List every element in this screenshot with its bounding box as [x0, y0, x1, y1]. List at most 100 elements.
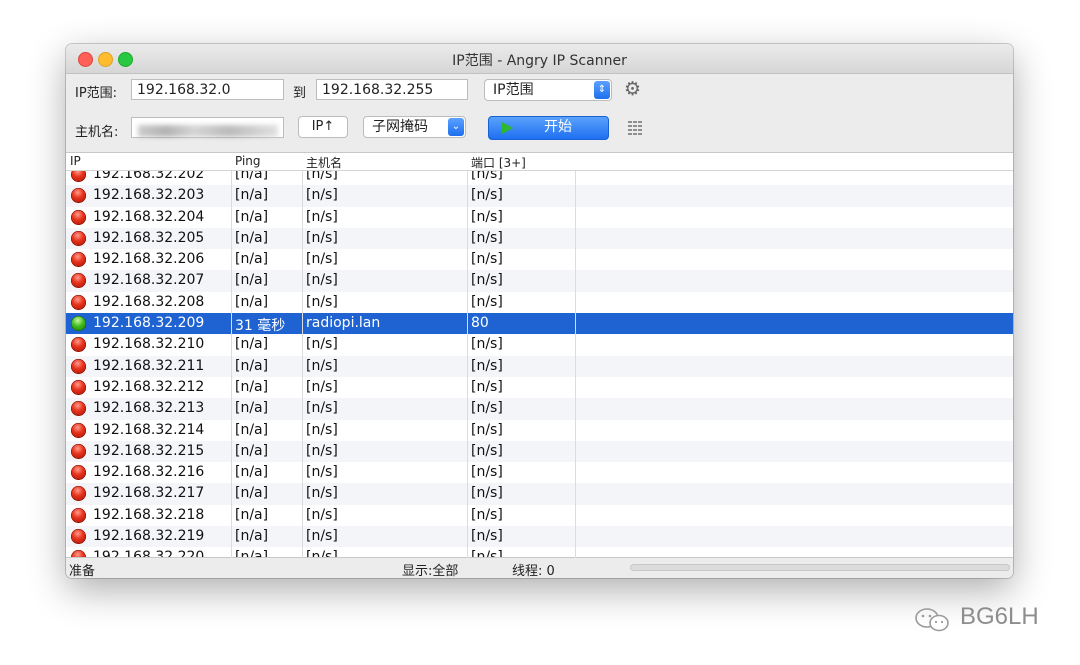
column-header-hostname[interactable]: 主机名	[306, 154, 342, 171]
column-divider	[467, 153, 468, 558]
feeder-select-value: IP范围	[493, 82, 534, 98]
ip-cell: 192.168.32.203	[93, 187, 205, 204]
ping-cell: [n/a]	[235, 421, 269, 438]
table-row[interactable]: 192.168.32.218 [n/a] [n/s] [n/s]	[66, 505, 1013, 526]
ports-cell: 80	[471, 315, 489, 332]
gear-icon[interactable]: ⚙	[624, 78, 641, 100]
host-dead-icon	[71, 507, 86, 523]
ip-cell: 192.168.32.213	[93, 400, 205, 417]
ports-cell: [n/s]	[471, 464, 503, 481]
host-dead-icon	[71, 273, 86, 289]
table-header: IP Ping 主机名 端口 [3+]	[66, 153, 1013, 171]
hostname-label: 主机名:	[75, 125, 119, 140]
table-row[interactable]: 192.168.32.211 [n/a] [n/s] [n/s]	[66, 355, 1013, 377]
ping-cell: 31 毫秒	[235, 318, 286, 335]
host-dead-icon	[71, 486, 86, 502]
hostname-cell: [n/s]	[306, 229, 338, 246]
display-filter-text[interactable]: 显示:全部	[402, 560, 458, 578]
column-header-ports[interactable]: 端口 [3+]	[471, 154, 526, 171]
host-dead-icon	[71, 209, 86, 225]
ports-cell: [n/s]	[471, 442, 503, 459]
ping-cell: [n/a]	[235, 187, 269, 204]
hostname-cell: [n/s]	[306, 357, 338, 374]
ip-cell: 192.168.32.215	[93, 442, 205, 459]
hostname-cell: [n/s]	[306, 442, 338, 459]
ip-cell: 192.168.32.216	[93, 464, 205, 481]
host-dead-icon	[71, 401, 86, 417]
ping-cell: [n/a]	[235, 357, 269, 374]
ports-cell: [n/s]	[471, 506, 503, 523]
hostname-cell: [n/s]	[306, 272, 338, 289]
hostname-cell: [n/s]	[306, 251, 338, 268]
columns-icon[interactable]	[628, 121, 642, 135]
host-dead-icon	[71, 422, 86, 438]
hostname-cell: [n/s]	[306, 485, 338, 502]
host-dead-icon	[71, 230, 86, 246]
ip-cell: 192.168.32.204	[93, 208, 205, 225]
ports-cell: [n/s]	[471, 357, 503, 374]
ip-cell: 192.168.32.212	[93, 378, 205, 395]
host-dead-icon	[71, 252, 86, 268]
hostname-cell: radiopi.lan	[306, 315, 381, 332]
ports-cell: [n/s]	[471, 272, 503, 289]
status-text: 准备	[69, 564, 96, 578]
ip-up-button[interactable]: IP↑	[298, 116, 348, 138]
start-ip-input[interactable]: 192.168.32.0	[131, 79, 284, 100]
ip-cell: 192.168.32.205	[93, 229, 205, 246]
start-button[interactable]: 开始	[488, 116, 609, 140]
host-dead-icon	[71, 188, 86, 204]
end-ip-input[interactable]: 192.168.32.255	[316, 79, 468, 100]
feeder-select[interactable]: IP范围 ⇕	[484, 79, 612, 101]
table-row[interactable]: 192.168.32.219 [n/a] [n/s] [n/s]	[66, 526, 1013, 548]
ip-range-label: IP范围:	[75, 86, 118, 101]
table-row[interactable]: 192.168.32.213 [n/a] [n/s] [n/s]	[66, 398, 1013, 420]
results-table[interactable]: IP Ping 主机名 端口 [3+] 192.168.32.202 [n/a][…	[66, 152, 1013, 558]
ip-cell: 192.168.32.209	[93, 315, 205, 332]
ping-cell: [n/a]	[235, 378, 269, 395]
table-row[interactable]: 192.168.32.206 [n/a] [n/s] [n/s]	[66, 249, 1013, 270]
table-row[interactable]: 192.168.32.208 [n/a] [n/s] [n/s]	[66, 292, 1013, 313]
hostname-cell: [n/s]	[306, 528, 338, 545]
ping-cell: [n/a]	[235, 272, 269, 289]
table-row-selected[interactable]: 192.168.32.209 31 毫秒 radiopi.lan 80	[66, 313, 1013, 335]
ping-cell: [n/a]	[235, 208, 269, 225]
ip-cell: 192.168.32.217	[93, 485, 205, 502]
hostname-cell: [n/s]	[306, 187, 338, 204]
threads-text: 线程: 0	[512, 564, 555, 578]
ping-cell: [n/a]	[235, 485, 269, 502]
hostname-cell: [n/s]	[306, 506, 338, 523]
netmask-select-value: 子网掩码	[372, 119, 428, 135]
ping-cell: [n/a]	[235, 336, 269, 353]
ping-cell: [n/a]	[235, 506, 269, 523]
table-body: 192.168.32.202 [n/a] [n/s] [n/s] 192.168.32.…	[66, 164, 1013, 558]
table-row[interactable]: 192.168.32.207 [n/a] [n/s] [n/s]	[66, 270, 1013, 292]
table-row[interactable]: 192.168.32.203 [n/a] [n/s] [n/s]	[66, 185, 1013, 207]
ping-cell: [n/a]	[235, 400, 269, 417]
table-row[interactable]: 192.168.32.205 [n/a] [n/s] [n/s]	[66, 227, 1013, 250]
ping-cell: [n/a]	[235, 229, 269, 246]
chevron-down-icon: ⌄	[448, 118, 464, 136]
column-divider	[575, 153, 576, 558]
table-row[interactable]: 192.168.32.217 [n/a] [n/s] [n/s]	[66, 483, 1013, 505]
table-row[interactable]: 192.168.32.204 [n/a] [n/s] [n/s]	[66, 207, 1013, 228]
title-bar[interactable]: IP范围 - Angry IP Scanner	[66, 44, 1013, 74]
table-row[interactable]: 192.168.32.210 [n/a] [n/s] [n/s]	[66, 334, 1013, 355]
table-row[interactable]: 192.168.32.212 [n/a] [n/s] [n/s]	[66, 377, 1013, 398]
ports-cell: [n/s]	[471, 293, 503, 310]
start-button-label: 开始	[544, 119, 572, 135]
hostname-cell: [n/s]	[306, 208, 338, 225]
table-row[interactable]: 192.168.32.214 [n/a] [n/s] [n/s]	[66, 420, 1013, 441]
table-row[interactable]: 192.168.32.216 [n/a] [n/s] [n/s]	[66, 462, 1013, 483]
netmask-select[interactable]: 子网掩码 ⌄	[363, 116, 466, 138]
ping-cell: [n/a]	[235, 464, 269, 481]
host-dead-icon	[71, 443, 86, 459]
column-header-ip[interactable]: IP	[70, 154, 81, 168]
ports-cell: [n/s]	[471, 229, 503, 246]
table-row[interactable]: 192.168.32.215 [n/a] [n/s] [n/s]	[66, 440, 1013, 463]
wechat-icon	[915, 608, 949, 632]
column-header-ping[interactable]: Ping	[235, 154, 261, 168]
host-dead-icon	[71, 337, 86, 353]
ports-cell: [n/s]	[471, 421, 503, 438]
ports-cell: [n/s]	[471, 336, 503, 353]
ports-cell: [n/s]	[471, 400, 503, 417]
